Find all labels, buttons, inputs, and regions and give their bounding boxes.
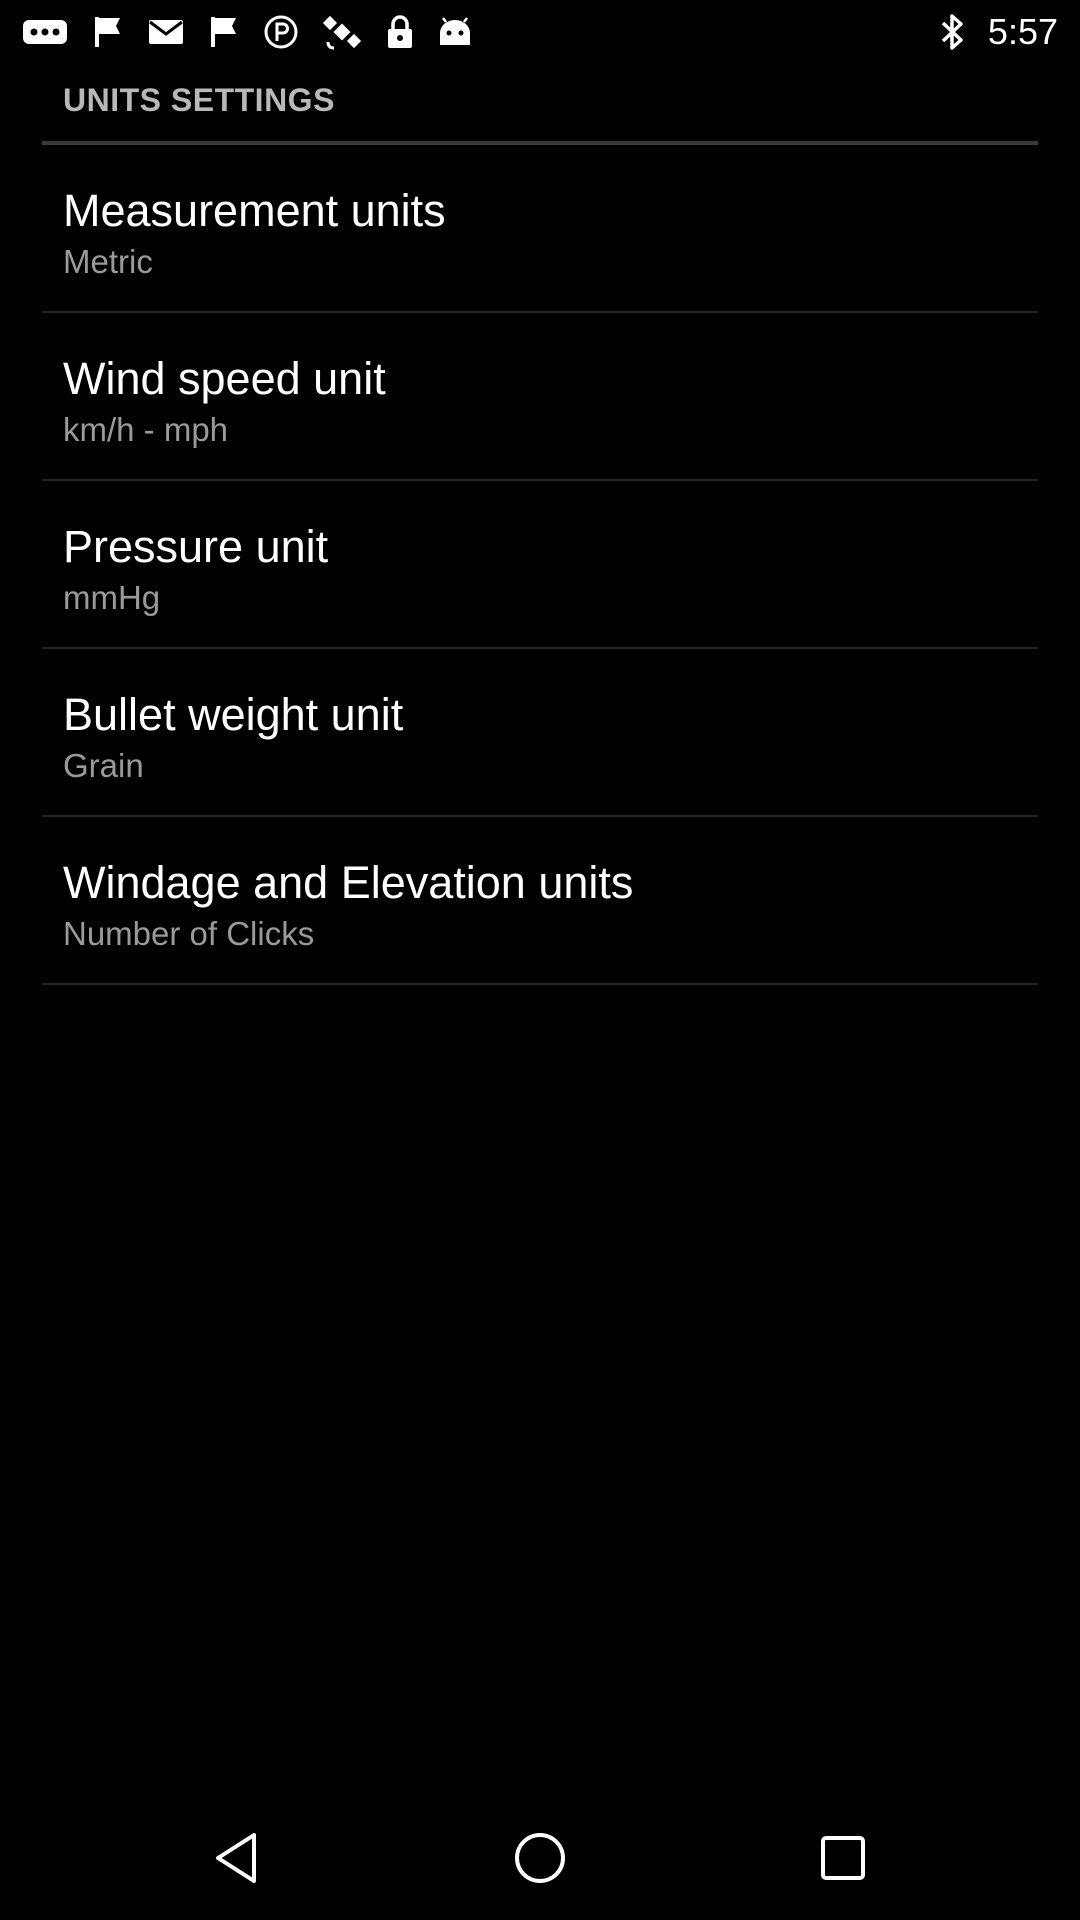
bluetooth-icon bbox=[940, 12, 966, 52]
lock-icon bbox=[386, 14, 414, 50]
setting-summary: Number of Clicks bbox=[63, 915, 315, 952]
setting-pressure-unit[interactable]: Pressure unit mmHg bbox=[42, 481, 1038, 649]
setting-windage-elevation-units[interactable]: Windage and Elevation units Number of Cl… bbox=[42, 817, 1038, 985]
setting-wind-speed-unit[interactable]: Wind speed unit km/h - mph bbox=[42, 313, 1038, 481]
setting-measurement-units[interactable]: Measurement units Metric bbox=[42, 145, 1038, 313]
setting-summary: Metric bbox=[63, 243, 153, 280]
more-icon bbox=[22, 17, 68, 47]
home-button[interactable] bbox=[460, 1800, 620, 1920]
notification-icons bbox=[0, 12, 472, 52]
setting-summary: Grain bbox=[63, 747, 144, 784]
back-icon bbox=[212, 1831, 262, 1890]
setting-bullet-weight-unit[interactable]: Bullet weight unit Grain bbox=[42, 649, 1038, 817]
satellite-icon bbox=[322, 12, 362, 52]
setting-title: Pressure unit bbox=[63, 521, 329, 572]
home-icon bbox=[513, 1831, 567, 1890]
navigation-bar bbox=[0, 1800, 1080, 1920]
setting-title: Windage and Elevation units bbox=[63, 857, 634, 908]
back-button[interactable] bbox=[157, 1800, 317, 1920]
flag-icon bbox=[208, 15, 240, 49]
recents-icon bbox=[819, 1834, 867, 1887]
setting-summary: km/h - mph bbox=[63, 411, 229, 448]
section-title: UNITS SETTINGS bbox=[63, 82, 335, 118]
recents-button[interactable] bbox=[763, 1800, 923, 1920]
flag-icon bbox=[92, 15, 124, 49]
setting-title: Bullet weight unit bbox=[63, 689, 404, 740]
clock: 5:57 bbox=[987, 10, 1058, 52]
setting-summary: mmHg bbox=[63, 579, 161, 616]
android-icon bbox=[438, 16, 472, 47]
circle-p-icon bbox=[264, 15, 298, 49]
setting-title: Wind speed unit bbox=[63, 353, 386, 404]
system-icons: 5:57 bbox=[940, 11, 1080, 53]
setting-title: Measurement units bbox=[63, 185, 446, 236]
status-bar: 5:57 bbox=[0, 0, 1080, 63]
mail-icon bbox=[148, 18, 184, 46]
settings-list: Measurement units Metric Wind speed unit… bbox=[42, 145, 1038, 985]
